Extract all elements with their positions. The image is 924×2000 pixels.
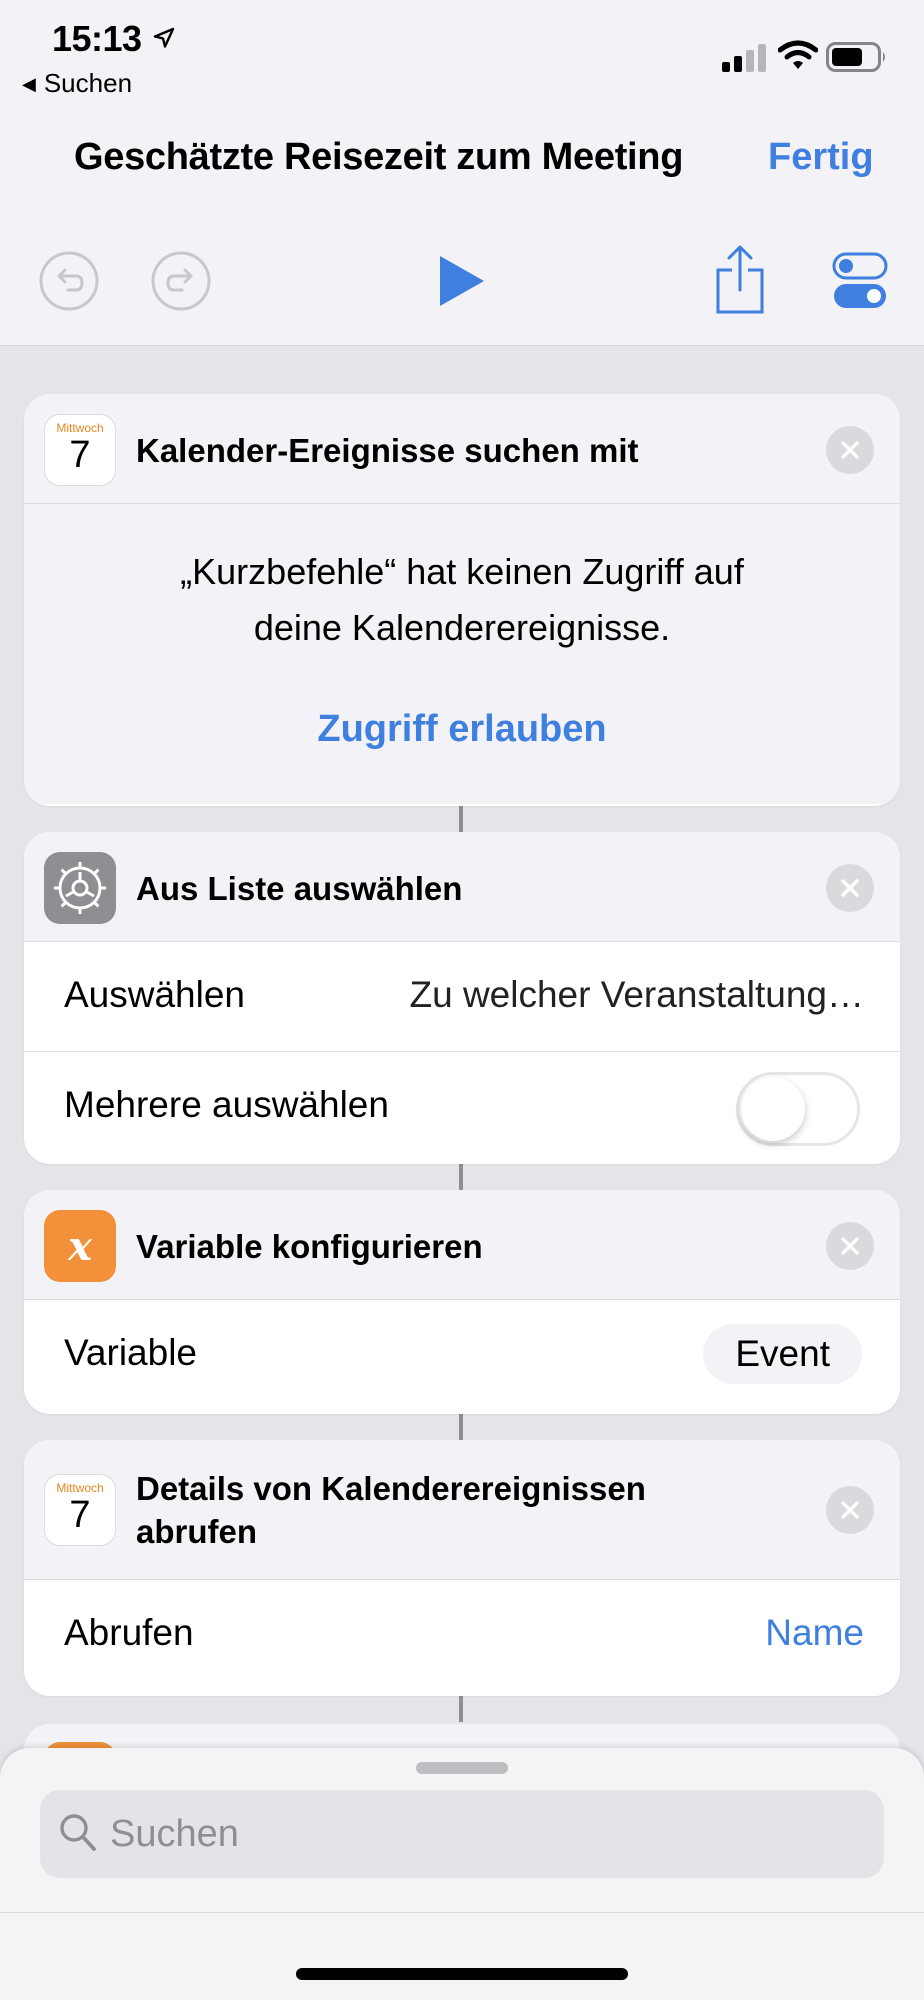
calendar-icon-day: 7 xyxy=(69,434,91,476)
wifi-icon xyxy=(778,40,818,69)
select-multiple-row: Mehrere auswählen xyxy=(24,1052,900,1162)
action-title: Variable konfigurieren xyxy=(136,1228,483,1265)
variable-icon: x xyxy=(44,1210,116,1282)
calendar-icon-weekday: Mittwoch xyxy=(56,1481,104,1495)
shortcut-title: Geschätzte Reisezeit zum Meeting xyxy=(74,136,684,178)
remove-action-button[interactable] xyxy=(826,864,874,912)
action-get-calendar-event-details[interactable]: Mittwoch 7 Details von Kalenderereigniss… xyxy=(24,1440,900,1696)
row-label: Auswählen xyxy=(64,974,246,1015)
action-connector xyxy=(459,1414,463,1440)
toggle-knob xyxy=(741,1077,805,1141)
share-icon[interactable] xyxy=(714,244,766,314)
row-label: Variable xyxy=(64,1332,198,1373)
permission-text-line2: deine Kalenderereignisse. xyxy=(253,607,671,648)
calendar-icon: Mittwoch 7 xyxy=(44,414,116,486)
remove-action-button[interactable] xyxy=(826,1222,874,1270)
action-header: Aus Liste auswählen xyxy=(24,832,900,942)
action-connector xyxy=(459,1164,463,1190)
back-triangle-icon: ◀ xyxy=(22,74,36,94)
get-detail-row: Abrufen Name xyxy=(24,1580,900,1690)
variable-name-row: Variable Event xyxy=(24,1300,900,1410)
back-link-label: Suchen xyxy=(43,68,133,98)
gear-icon xyxy=(54,862,106,914)
action-choose-from-list[interactable]: Aus Liste auswählen Auswählen Zu welcher… xyxy=(24,832,900,1164)
permission-text-line1: „Kurzbefehle“ hat keinen Zugriff auf xyxy=(180,551,744,592)
location-arrow-icon xyxy=(153,27,175,48)
undo-icon[interactable] xyxy=(38,250,100,312)
permission-message: „Kurzbefehle“ hat keinen Zugriff auf dei… xyxy=(24,504,900,804)
close-icon xyxy=(841,1501,859,1519)
detail-value-link[interactable]: Name xyxy=(765,1612,864,1654)
action-header: Mittwoch 7 Details von Kalenderereigniss… xyxy=(24,1440,900,1580)
sheet-divider xyxy=(0,1912,924,1913)
search-icon xyxy=(60,1814,96,1851)
choose-prompt-row[interactable]: Auswählen Zu welcher Veranstaltung… xyxy=(24,942,900,1052)
status-time: 15:13 xyxy=(52,18,142,59)
action-title: Kalender-Ereignisse suchen mit xyxy=(136,432,639,469)
back-to-search-link[interactable]: ◀ Suchen xyxy=(22,68,132,99)
prompt-value[interactable]: Zu welcher Veranstaltung… xyxy=(409,974,864,1016)
sheet-grabber[interactable] xyxy=(416,1762,508,1774)
calendar-icon: Mittwoch 7 xyxy=(44,1474,116,1546)
action-find-calendar-events[interactable]: Mittwoch 7 Kalender-Ereignisse suchen mi… xyxy=(24,394,900,806)
action-header: Mittwoch 7 Kalender-Ereignisse suchen mi… xyxy=(24,394,900,504)
action-title: Details von Kalenderereignissen abrufen xyxy=(136,1470,646,1550)
select-multiple-toggle[interactable] xyxy=(736,1072,860,1146)
row-label: Abrufen xyxy=(64,1612,194,1653)
action-connector xyxy=(459,1696,463,1722)
play-icon[interactable] xyxy=(436,254,486,308)
done-button[interactable]: Fertig xyxy=(768,136,874,179)
action-set-variable[interactable]: x Variable konfigurieren Variable Event xyxy=(24,1190,900,1414)
home-indicator xyxy=(296,1968,628,1980)
redo-icon[interactable] xyxy=(150,250,212,312)
search-input[interactable] xyxy=(110,1808,850,1860)
settings-app-icon xyxy=(44,852,116,924)
action-header: x Variable konfigurieren xyxy=(24,1190,900,1300)
toggles-settings-icon[interactable] xyxy=(832,252,888,310)
close-icon xyxy=(841,1237,859,1255)
action-connector xyxy=(459,806,463,832)
battery-icon xyxy=(826,42,885,72)
actions-search-sheet xyxy=(0,1748,924,2000)
search-field[interactable] xyxy=(40,1790,884,1878)
remove-action-button[interactable] xyxy=(826,1486,874,1534)
row-label: Mehrere auswählen xyxy=(64,1084,389,1125)
top-bar: 15:13 ◀ Suchen Geschätzte Reisezeit zum M… xyxy=(0,0,924,346)
calendar-icon-weekday: Mittwoch xyxy=(56,421,104,435)
close-icon xyxy=(841,441,859,459)
action-title: Aus Liste auswählen xyxy=(136,870,463,907)
close-icon xyxy=(841,879,859,897)
calendar-icon-day: 7 xyxy=(69,1494,91,1536)
allow-access-button[interactable]: Zugriff erlauben xyxy=(24,708,900,751)
cellular-signal-icon xyxy=(722,44,766,72)
variable-name-pill[interactable]: Event xyxy=(703,1324,862,1384)
remove-action-button[interactable] xyxy=(826,426,874,474)
